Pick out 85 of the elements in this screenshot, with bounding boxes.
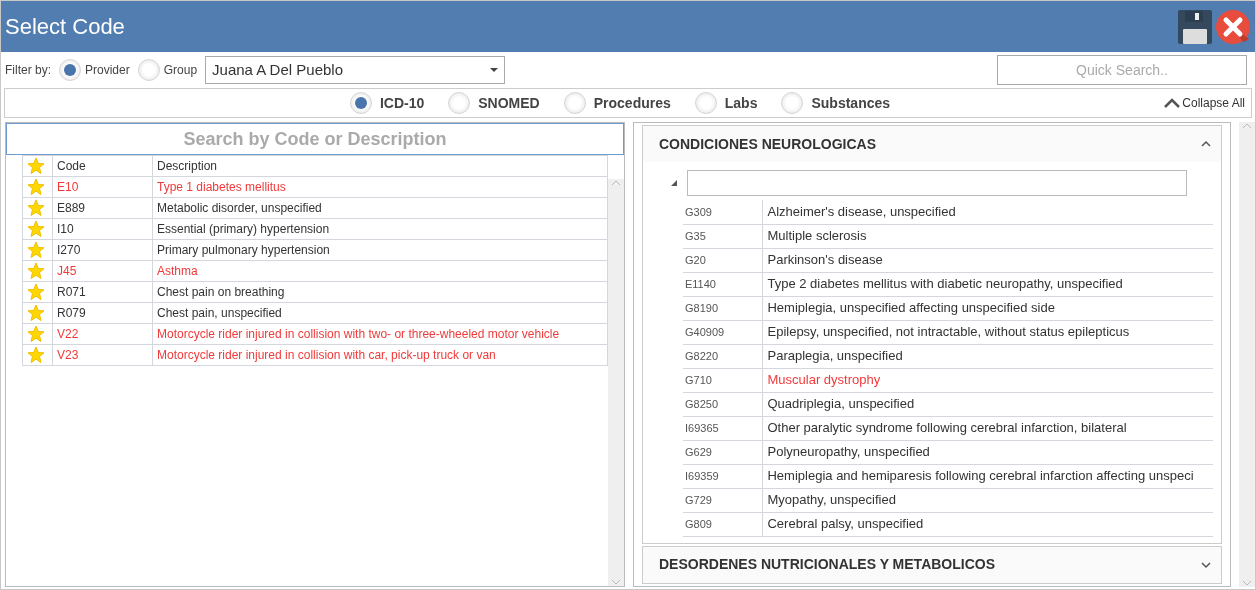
table-cell: G629: [683, 440, 763, 464]
table-cell: Myopathy, unspecified: [763, 488, 1214, 512]
table-cell: V22: [52, 323, 153, 345]
table-cell: Metabolic disorder, unspecified: [152, 197, 608, 219]
radio-label: SNOMED: [478, 93, 540, 113]
star-icon: [27, 157, 45, 175]
table-cell: E10: [52, 176, 153, 198]
table-cell: Multiple sclerosis: [763, 224, 1214, 248]
table-cell: Cerebral palsy, unspecified: [763, 512, 1214, 536]
table-cell: G40909: [683, 320, 763, 344]
radio-button[interactable]: [137, 59, 160, 81]
quick-search-field[interactable]: Quick Search..: [997, 55, 1247, 85]
table-cell: Paraplegia, unspecified: [763, 344, 1214, 368]
table-cell: Asthma: [152, 260, 608, 282]
chevron-down-icon: [1201, 560, 1212, 569]
radio-button[interactable]: [448, 92, 471, 114]
scroll-up-icon[interactable]: [1242, 122, 1252, 130]
table-cell: R071: [52, 281, 153, 303]
table-cell: Other paralytic syndrome following cerebral infarction, bilateral: [763, 416, 1214, 440]
radio-label: Provider: [85, 62, 130, 79]
table-cell: Motorcycle rider injured in collision with car, pick-up truck or van: [152, 344, 608, 366]
close-icon[interactable]: [1215, 8, 1251, 45]
table-cell: G710: [683, 368, 763, 392]
column-header[interactable]: Code: [52, 155, 153, 177]
table-cell: G8190: [683, 296, 763, 320]
table-cell: Chest pain, unspecified: [152, 302, 608, 324]
scrollbar[interactable]: [608, 179, 624, 586]
table-cell: Quadriplegia, unspecified: [763, 392, 1214, 416]
scrollbar[interactable]: [1239, 122, 1255, 587]
group-header[interactable]: CONDICIONES NEUROLOGICAS: [643, 126, 1222, 162]
table-cell: E1140: [683, 272, 763, 296]
radio-label: Procedures: [593, 93, 671, 113]
table-cell: Alzheimer's disease, unspecified: [763, 200, 1214, 224]
radio-label: Group: [163, 62, 198, 79]
table-cell: E889: [52, 197, 153, 219]
radio-button[interactable]: [349, 92, 372, 114]
table-cell: R079: [52, 302, 153, 324]
table-cell: G309: [683, 200, 763, 224]
filter-field[interactable]: [687, 170, 1187, 196]
window-title: Select Code: [5, 13, 126, 41]
table-cell: G20: [683, 248, 763, 272]
radio-button[interactable]: [694, 92, 717, 114]
chevron-up-icon: [1201, 140, 1212, 148]
table-cell: Essential (primary) hypertension: [152, 218, 608, 240]
provider-dropdown[interactable]: Juana A Del Pueblo: [205, 56, 506, 84]
radio-label: ICD-10: [379, 93, 425, 113]
radio-button[interactable]: [59, 59, 81, 81]
table-cell: J45: [52, 260, 153, 282]
table-cell: Type 1 diabetes mellitus: [152, 176, 608, 198]
column-header[interactable]: Description: [152, 155, 608, 177]
table-cell: I69359: [683, 464, 763, 488]
table-cell: G729: [683, 488, 763, 512]
collapse-all-button[interactable]: Collapse All: [1164, 94, 1245, 112]
table-cell: Hemiplegia and hemiparesis following cerebral infarction affecting unspeci: [763, 464, 1214, 488]
table-cell: I69365: [683, 416, 763, 440]
table-cell: V23: [52, 344, 153, 366]
table-cell: I270: [52, 239, 153, 261]
table-cell: G8250: [683, 392, 763, 416]
table-cell: G8220: [683, 344, 763, 368]
table-cell: Hemiplegia, unspecified affecting unspecified side: [763, 296, 1214, 320]
table-cell: Motorcycle rider injured in collision with two- or three-wheeled motor vehicle: [152, 323, 608, 345]
radio-button[interactable]: [781, 92, 804, 114]
filter-label: Filter by:: [5, 62, 51, 79]
chevron-up-icon: [1164, 98, 1181, 108]
table-cell: I10: [52, 218, 153, 240]
table-cell: Chest pain on breathing: [152, 281, 608, 303]
group-header[interactable]: DESORDENES NUTRICIONALES Y METABOLICOS: [643, 546, 1222, 583]
save-icon[interactable]: [1177, 8, 1213, 45]
caret-icon: [490, 68, 499, 72]
radio-button[interactable]: [563, 92, 586, 114]
table-cell: Epilepsy, unspecified, not intractable, without status epilepticus: [763, 320, 1214, 344]
table-cell: G809: [683, 512, 763, 536]
radio-label: Labs: [724, 93, 758, 113]
table-cell: Primary pulmonary hypertension: [152, 239, 608, 261]
scroll-down-icon[interactable]: [1242, 579, 1252, 587]
table-cell: Type 2 diabetes mellitus with diabetic neuropathy, unspecified: [763, 272, 1214, 296]
table-cell: Polyneuropathy, unspecified: [763, 440, 1214, 464]
search-field[interactable]: Search by Code or Description: [6, 123, 624, 155]
radio-label: Substances: [811, 93, 891, 113]
scroll-up-icon[interactable]: [611, 179, 621, 187]
scroll-down-icon[interactable]: [611, 578, 621, 586]
expander-icon[interactable]: [671, 180, 677, 186]
table-cell: Parkinson's disease: [763, 248, 1214, 272]
table-cell: Muscular dystrophy: [763, 368, 1214, 392]
table-cell: G35: [683, 224, 763, 248]
